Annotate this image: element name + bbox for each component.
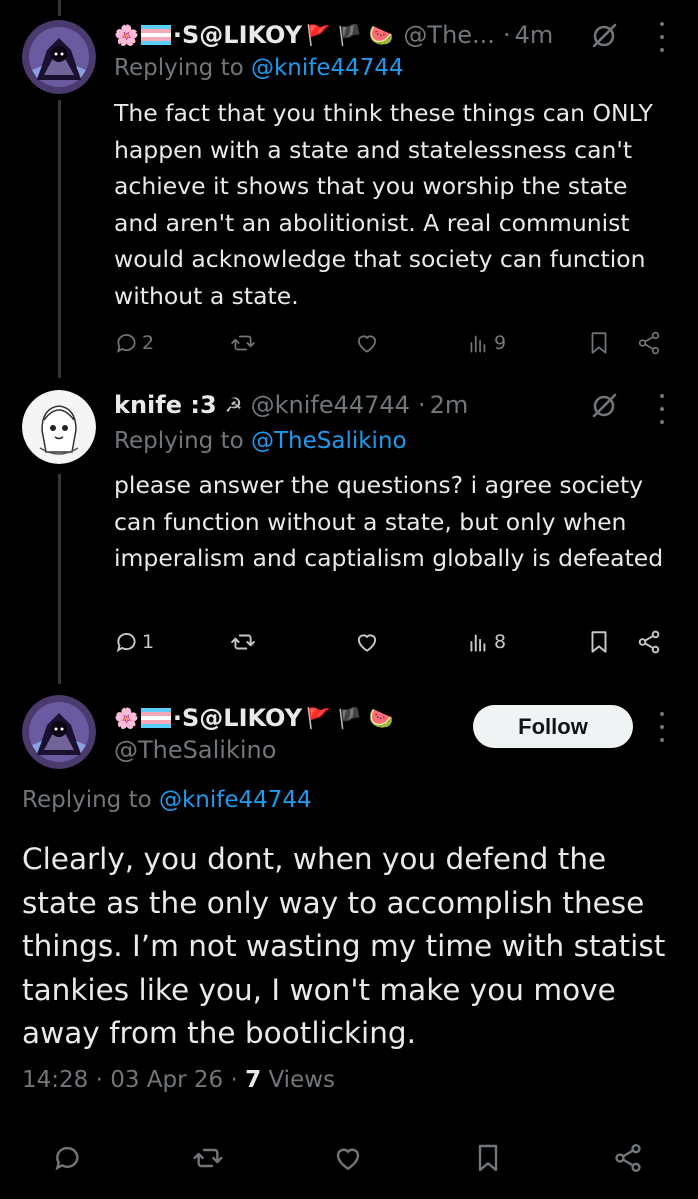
more-options-icon[interactable] [656, 712, 668, 742]
separator: · [502, 21, 511, 49]
replying-handle-link[interactable]: @knife44744 [251, 55, 404, 81]
avatar-knife[interactable] [22, 390, 96, 464]
like-button[interactable] [354, 624, 380, 660]
views-chart-icon [470, 634, 486, 652]
main-actions-bar [0, 1140, 698, 1190]
replying-handle-link[interactable]: @knife44744 [159, 787, 312, 813]
tweet2-header: knife :3 ☭ @knife44744 · 2m [114, 388, 468, 422]
reply-button[interactable]: 2 [114, 325, 154, 361]
retweet-button[interactable] [192, 1140, 224, 1176]
view-count: 8 [494, 631, 507, 653]
flag-emojis: 🚩 🏴 🍉 [305, 23, 394, 47]
thread-line-top [58, 0, 61, 16]
replying-to: Replying to @TheSalikino [114, 428, 407, 454]
tweet-text: The fact that you think these things can… [114, 99, 653, 310]
reply-icon [55, 1146, 79, 1171]
heart-icon [357, 634, 377, 652]
reply-icon [116, 633, 136, 653]
tweet-meta: 14:28 · 03 Apr 26 · 7 Views [22, 1067, 335, 1093]
like-button[interactable] [332, 1140, 364, 1176]
share-icon [615, 1144, 641, 1172]
views-chart-icon [470, 335, 486, 353]
bookmark-icon [478, 1144, 498, 1172]
tweet1-header: 🌸 ·S@LIKOY 🚩 🏴 🍉 @The... · 4m [114, 18, 553, 52]
avatar-salikoy[interactable] [22, 695, 96, 769]
tweet1-actions: 2 9 [114, 325, 670, 361]
replying-to: Replying to @knife44744 [22, 787, 312, 813]
hammer-sickle-emoji: ☭ [224, 393, 243, 417]
thread-line-2 [58, 474, 61, 684]
timestamp[interactable]: 2m [430, 391, 469, 419]
avatar-salikoy[interactable] [22, 20, 96, 94]
share-icon [638, 630, 660, 654]
replying-label: Replying to [114, 428, 244, 454]
views-count[interactable]: 7 [245, 1067, 261, 1093]
heart-icon [336, 1148, 360, 1171]
replying-label: Replying to [22, 787, 152, 813]
flower-emoji: 🌸 [114, 706, 139, 730]
post-time[interactable]: 14:28 [22, 1067, 88, 1093]
grok-icon[interactable] [590, 22, 618, 50]
reply-icon [116, 334, 136, 353]
bookmark-icon [591, 631, 607, 653]
separator: · [417, 391, 426, 419]
bookmark-button[interactable] [586, 325, 612, 361]
separator: · [230, 1067, 238, 1093]
timestamp[interactable]: 4m [515, 21, 554, 49]
trans-flag-icon [140, 708, 171, 728]
reply-count: 1 [142, 631, 155, 653]
views-button[interactable]: 8 [466, 624, 506, 660]
bookmark-button[interactable] [472, 1140, 504, 1176]
handle[interactable]: @knife44744 [251, 391, 410, 419]
reply-count: 2 [142, 332, 155, 354]
more-options-icon[interactable] [656, 22, 668, 52]
thread-line-1 [58, 100, 61, 378]
share-button[interactable] [636, 325, 662, 361]
share-button[interactable] [636, 624, 662, 660]
replying-to: Replying to @knife44744 [114, 55, 404, 81]
separator: · [95, 1067, 103, 1093]
trans-flag-icon [140, 25, 171, 45]
heart-icon [358, 335, 376, 353]
reply-button[interactable]: 1 [114, 624, 154, 660]
thread-view: 🌸 ·S@LIKOY 🚩 🏴 🍉 @The... · 4m Replying t… [0, 0, 698, 1199]
views-label: Views [268, 1067, 336, 1093]
views-button[interactable]: 9 [466, 325, 506, 361]
display-name[interactable]: knife :3 [114, 391, 217, 419]
grok-icon[interactable] [590, 392, 618, 420]
follow-button[interactable]: Follow [473, 705, 633, 748]
like-button[interactable] [354, 325, 380, 361]
display-name[interactable]: ·S@LIKOY [173, 21, 302, 49]
view-count: 9 [494, 332, 507, 354]
retweet-button[interactable] [230, 325, 256, 361]
tweet2-actions: 1 8 [114, 624, 670, 660]
more-options-icon[interactable] [656, 394, 668, 424]
replying-label: Replying to [114, 55, 244, 81]
replying-handle-link[interactable]: @TheSalikino [251, 428, 407, 454]
flag-emojis: 🚩 🏴 🍉 [305, 706, 394, 730]
post-date[interactable]: 03 Apr 26 [110, 1067, 223, 1093]
flower-emoji: 🌸 [114, 23, 139, 47]
reply-button[interactable] [52, 1140, 84, 1176]
main-header: 🌸 ·S@LIKOY 🚩 🏴 🍉 [114, 701, 395, 735]
retweet-icon [193, 1148, 223, 1168]
retweet-icon [231, 335, 255, 351]
main-tweet-text: Clearly, you dont, when you defend the s… [22, 842, 666, 1050]
display-name[interactable]: ·S@LIKOY [173, 704, 302, 732]
bookmark-button[interactable] [586, 624, 612, 660]
handle[interactable]: @The... [403, 21, 495, 49]
share-icon [638, 331, 660, 355]
retweet-icon [231, 634, 255, 650]
share-button[interactable] [612, 1140, 644, 1176]
main-handle[interactable]: @TheSalikino [114, 736, 276, 764]
retweet-button[interactable] [230, 624, 256, 660]
bookmark-icon [591, 332, 607, 354]
tweet-text: please answer the questions? i agree soc… [114, 471, 664, 572]
